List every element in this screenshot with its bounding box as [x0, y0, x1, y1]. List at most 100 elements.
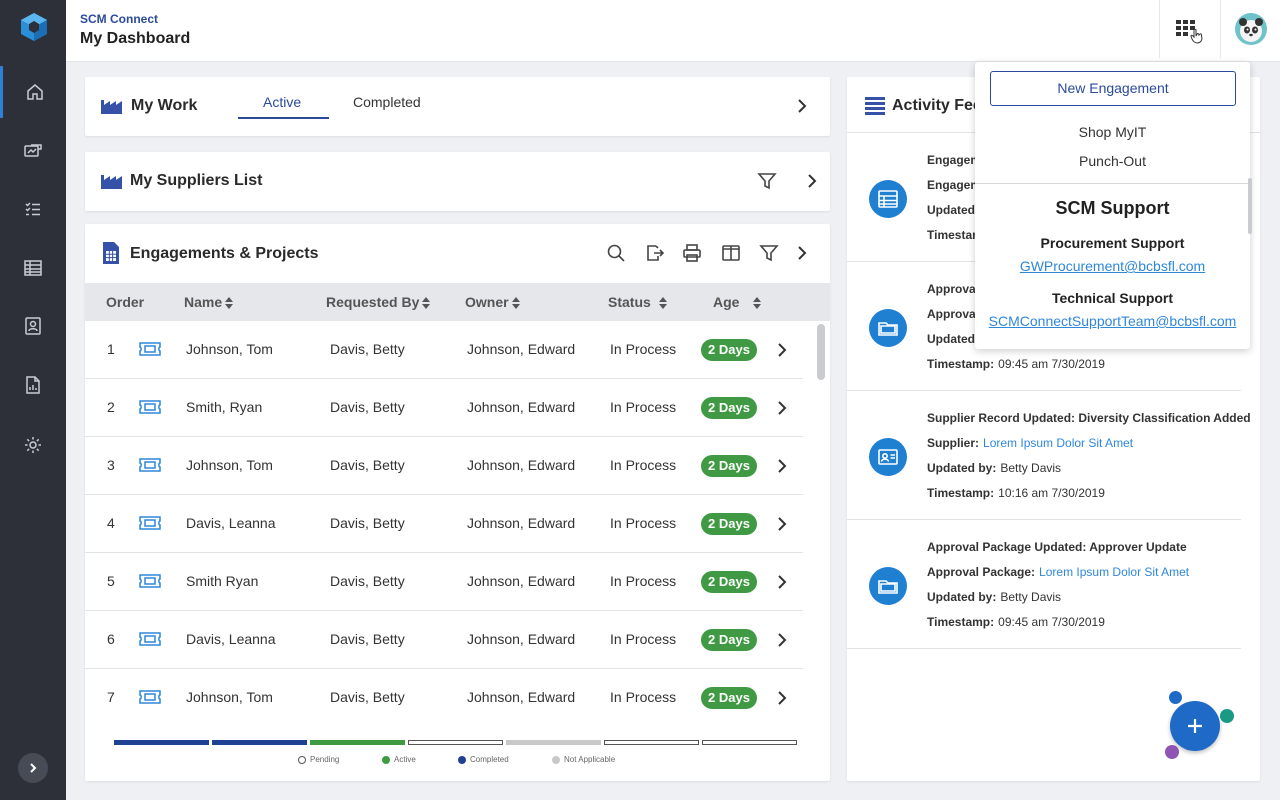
cell-requested-by: Davis, Betty: [330, 457, 405, 473]
sidebar-item-reports[interactable]: [0, 359, 66, 411]
cell-status: In Process: [610, 399, 677, 415]
chevron-right-icon[interactable]: [795, 246, 809, 260]
procurement-email-link[interactable]: GWProcurement@bcbsfl.com: [975, 258, 1250, 274]
new-engagement-button[interactable]: New Engagement: [990, 71, 1236, 106]
dropdown-scrollbar[interactable]: [1248, 178, 1252, 234]
progress-segment-completed: [114, 740, 209, 745]
sort-icon: [225, 297, 234, 310]
cell-name: Smith, Ryan: [186, 399, 263, 415]
sidebar-item-home[interactable]: [0, 66, 66, 118]
user-avatar[interactable]: [1220, 0, 1280, 58]
chevron-right-icon: [30, 763, 37, 773]
printer-icon: [683, 244, 701, 262]
cell-order: 4: [107, 515, 115, 531]
plus-icon: [1188, 719, 1202, 733]
cell-owner: Johnson, Edward: [467, 689, 576, 705]
column-header-age[interactable]: Age: [713, 294, 762, 310]
chevron-right-icon[interactable]: [775, 343, 789, 357]
export-button[interactable]: [643, 242, 665, 264]
sidebar-item-engagements[interactable]: [0, 125, 66, 177]
search-icon: [607, 244, 625, 262]
table-row[interactable]: 6 Davis, Leanna Davis, Betty Johnson, Edwar…: [85, 611, 803, 669]
legend-label: Completed: [470, 755, 509, 764]
table-row[interactable]: 4 Davis, Leanna Davis, Betty Johnson, Edwar…: [85, 495, 803, 553]
my-suppliers-title: My Suppliers List: [130, 172, 263, 189]
procurement-support-label: Procurement Support: [1040, 235, 1185, 251]
legend-dot: [458, 755, 466, 764]
sidebar-item-tasks[interactable]: [0, 183, 66, 235]
sidebar-item-settings[interactable]: [0, 419, 66, 471]
progress-segment-pending: [604, 740, 699, 745]
search-button[interactable]: [605, 242, 627, 264]
column-header-name[interactable]: Name: [184, 294, 234, 310]
feed-line-link[interactable]: Lorem Ipsum Dolor Sit Amet: [983, 436, 1133, 450]
table-row[interactable]: 7 Johnson, Tom Davis, Betty Johnson, Edward…: [85, 669, 803, 723]
feed-item-title: Approval Package Updated: Approver Updat…: [927, 540, 1187, 554]
legend-item: Completed: [458, 755, 509, 764]
feed-item-line: Updated: [927, 203, 979, 217]
sort-icon: [658, 297, 667, 310]
column-header-status[interactable]: Status: [608, 294, 667, 310]
technical-email-link[interactable]: SCMConnectSupportTeam@bcbsfl.com: [975, 313, 1250, 329]
cell-status: In Process: [610, 515, 677, 531]
app-name[interactable]: SCM Connect: [80, 12, 158, 26]
add-fab-button[interactable]: [1170, 701, 1220, 751]
expand-sidebar-button[interactable]: [18, 753, 48, 783]
chevron-right-icon[interactable]: [775, 575, 789, 589]
cell-status: In Process: [610, 457, 677, 473]
cell-owner: Johnson, Edward: [467, 399, 576, 415]
shop-myit-link[interactable]: Shop MyIT: [975, 124, 1250, 140]
age-badge: 2 Days: [701, 687, 757, 709]
cell-order: 7: [107, 689, 115, 705]
sidebar-item-contacts[interactable]: [0, 300, 66, 352]
table-body: 1 Johnson, Tom Davis, Betty Johnson, Edward…: [85, 321, 803, 723]
column-header-requested-by[interactable]: Requested By: [326, 294, 431, 310]
cell-order: 6: [107, 631, 115, 647]
punch-out-link[interactable]: Punch-Out: [975, 153, 1250, 169]
progress-segment-active: [310, 740, 405, 745]
feed-item-title: Supplier Record Updated: Diversity Class…: [927, 411, 1251, 425]
feed-line-value: 09:45 am 7/30/2019: [998, 615, 1105, 629]
feed-line-link[interactable]: Lorem Ipsum Dolor Sit Amet: [1039, 565, 1189, 579]
sort-icon: [753, 297, 762, 310]
filter-button[interactable]: [756, 170, 778, 192]
chevron-right-icon[interactable]: [775, 459, 789, 473]
technical-support-label: Technical Support: [1051, 290, 1174, 306]
app-logo[interactable]: [20, 12, 48, 42]
columns-button[interactable]: [720, 242, 742, 264]
table-scrollbar[interactable]: [817, 324, 825, 380]
chevron-right-icon[interactable]: [775, 517, 789, 531]
chevron-right-icon[interactable]: [805, 174, 819, 188]
feed-line-value: 10:16 am 7/30/2019: [998, 486, 1105, 500]
cell-name: Johnson, Tom: [186, 457, 273, 473]
cell-requested-by: Davis, Betty: [330, 515, 405, 531]
chevron-right-icon[interactable]: [775, 633, 789, 647]
cell-requested-by: Davis, Betty: [330, 631, 405, 647]
legend-label: Not Applicable: [564, 755, 616, 764]
chevron-right-icon[interactable]: [775, 691, 789, 705]
apps-menu-button[interactable]: [1159, 0, 1219, 58]
table-row[interactable]: 1 Johnson, Tom Davis, Betty Johnson, Edward…: [85, 321, 803, 379]
ticket-icon: [139, 632, 161, 646]
print-button[interactable]: [681, 242, 703, 264]
column-label: Age: [713, 294, 740, 310]
tab-completed[interactable]: Completed: [353, 94, 421, 110]
table-row[interactable]: 2 Smith, Ryan Davis, Betty Johnson, Edward I…: [85, 379, 803, 437]
top-header: SCM Connect My Dashboard: [66, 0, 1280, 62]
cell-name: Smith Ryan: [186, 573, 259, 589]
chevron-right-icon[interactable]: [775, 401, 789, 415]
feed-item[interactable]: Supplier Record Updated: Diversity Class…: [847, 392, 1251, 520]
table-row[interactable]: 3 Johnson, Tom Davis, Betty Johnson, Edward…: [85, 437, 803, 495]
home-icon: [26, 84, 43, 100]
chevron-right-icon[interactable]: [795, 99, 809, 113]
table-row[interactable]: 5 Smith Ryan Davis, Betty Johnson, Edward In…: [85, 553, 803, 611]
column-header-order[interactable]: Order: [106, 294, 144, 310]
feed-item[interactable]: Approval Package Updated: Approver Updat…: [847, 521, 1241, 649]
tab-active[interactable]: Active: [263, 94, 301, 110]
sidebar-item-tables[interactable]: [0, 242, 66, 294]
progress-segment-not-applicable: [506, 740, 601, 745]
column-header-owner[interactable]: Owner: [465, 294, 520, 310]
feed-item-line: Timestamp: 09:45 am 7/30/2019: [927, 615, 1105, 629]
filter-button[interactable]: [758, 242, 780, 264]
folder-icon: [878, 322, 898, 336]
